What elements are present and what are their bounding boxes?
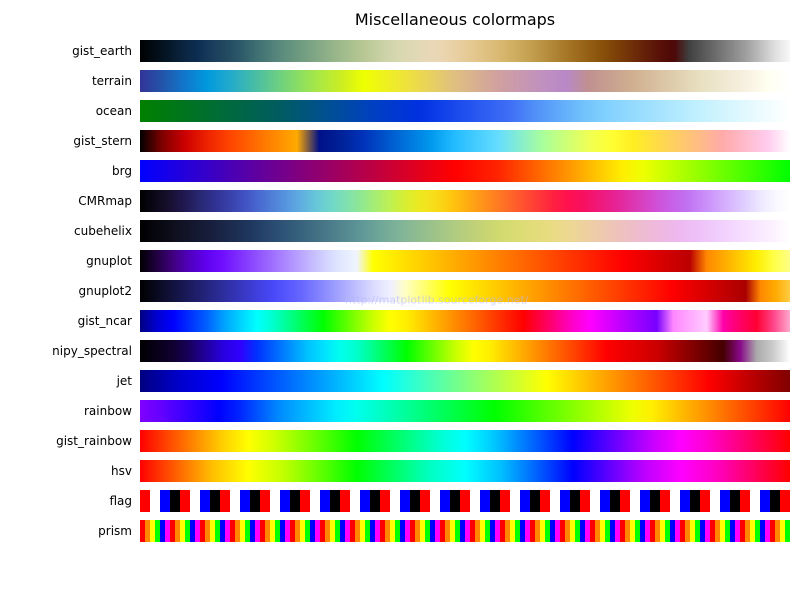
colormap-label-terrain: terrain [0,74,140,88]
colormap-label-gist_stern: gist_stern [0,134,140,148]
colormap-label-gnuplot: gnuplot [0,254,140,268]
colormap-row-flag: flag [0,487,790,515]
colormap-label-brg: brg [0,164,140,178]
colormap-row-CMRmap: CMRmap [0,187,790,215]
colormap-bar-terrain [140,70,790,92]
colormap-bar-gist_stern [140,130,790,152]
colormap-row-brg: brg [0,157,790,185]
colormap-row-jet: jet [0,367,790,395]
colormap-label-gist_rainbow: gist_rainbow [0,434,140,448]
colormap-bar-rainbow [140,400,790,422]
colormap-bar-flag [140,490,790,512]
colormap-label-gist_earth: gist_earth [0,44,140,58]
colormap-row-rainbow: rainbow [0,397,790,425]
colormap-bar-jet [140,370,790,392]
colormap-label-ocean: ocean [0,104,140,118]
colormap-row-gnuplot: gnuplot [0,247,790,275]
colormap-bar-gist_ncar [140,310,790,332]
colormap-bar-gist_earth [140,40,790,62]
colormap-bar-gist_rainbow [140,430,790,452]
colormap-row-gnuplot2: gnuplot2 [0,277,790,305]
colormap-label-hsv: hsv [0,464,140,478]
colormap-label-CMRmap: CMRmap [0,194,140,208]
colormap-bar-gnuplot2 [140,280,790,302]
colormap-label-jet: jet [0,374,140,388]
colormap-label-prism: prism [0,524,140,538]
colormap-label-rainbow: rainbow [0,404,140,418]
colormap-list: gist_earthterrain ocean gist_sternbrg CMRma… [0,37,790,545]
colormap-bar-gnuplot [140,250,790,272]
colormap-row-cubehelix: cubehelix [0,217,790,245]
colormap-bar-prism [140,520,790,542]
colormap-bar-ocean [140,100,790,122]
colormap-label-gnuplot2: gnuplot2 [0,284,140,298]
colormap-label-nipy_spectral: nipy_spectral [0,344,140,358]
colormap-label-cubehelix: cubehelix [0,224,140,238]
colormap-row-terrain: terrain [0,67,790,95]
colormap-bar-hsv [140,460,790,482]
colormap-row-ocean: ocean [0,97,790,125]
colormap-row-nipy_spectral: nipy_spectral [0,337,790,365]
colormap-row-gist_ncar: gist_ncar [0,307,790,335]
colormap-bar-cubehelix [140,220,790,242]
colormap-row-hsv: hsv [0,457,790,485]
colormap-row-gist_rainbow: gist_rainbow [0,427,790,455]
colormap-row-gist_stern: gist_stern [0,127,790,155]
colormap-label-gist_ncar: gist_ncar [0,314,140,328]
colormap-bar-CMRmap [140,190,790,212]
colormap-row-prism: prism [0,517,790,545]
chart-title: Miscellaneous colormaps [0,10,790,29]
colormap-label-flag: flag [0,494,140,508]
colormap-bar-brg [140,160,790,182]
colormap-bar-nipy_spectral [140,340,790,362]
chart-container: Miscellaneous colormaps gist_earthterrai… [0,0,800,600]
colormap-row-gist_earth: gist_earth [0,37,790,65]
